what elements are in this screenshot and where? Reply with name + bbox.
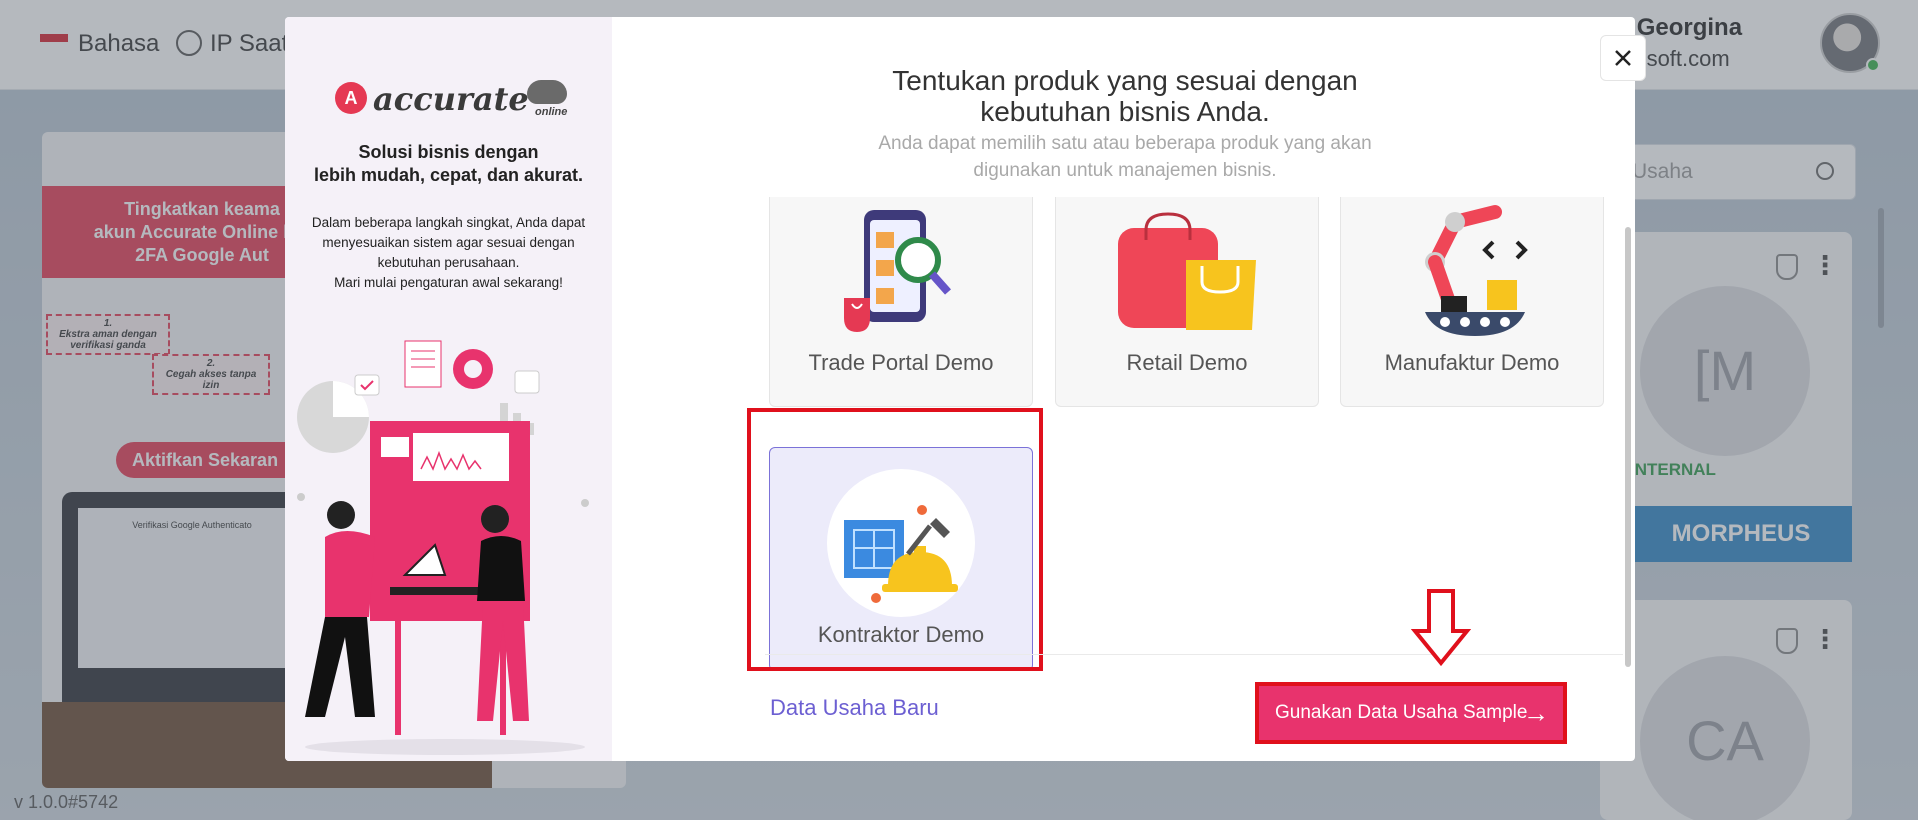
product-label: Retail Demo — [1126, 350, 1248, 375]
close-button[interactable] — [1600, 35, 1646, 81]
product-card-trade-portal[interactable]: Trade Portal Demo — [769, 197, 1033, 407]
selected-highlight-box — [747, 408, 1043, 671]
arrow-right-icon: → — [1523, 698, 1549, 728]
sample-button-label: Gunakan Data Usaha Sample — [1275, 702, 1528, 723]
arrow-down-icon — [1411, 589, 1471, 667]
shopping-bag-icon — [1118, 212, 1256, 330]
logo-text: accurate — [373, 80, 529, 118]
modal-subtitle: Anda dapat memilih satu atau beberapa pr… — [878, 133, 1372, 181]
description: Dalam beberapa langkah singkat, Anda dap… — [311, 215, 586, 290]
logo-sub: online — [535, 106, 568, 118]
robot-arm-icon — [1425, 205, 1528, 336]
cloud-icon — [527, 80, 567, 104]
divider — [765, 654, 1623, 655]
business-illustration — [297, 340, 589, 755]
product-label: Manufaktur Demo — [1384, 350, 1560, 375]
product-card-retail[interactable]: Retail Demo — [1055, 197, 1319, 407]
modal-side-panel: A accurate online Solusi bisnis dengan l… — [285, 17, 612, 761]
modal-title: Tentukan produk yang sesuai dengan kebut… — [892, 65, 1358, 127]
new-company-data-link[interactable]: Data Usaha Baru — [770, 695, 939, 721]
use-sample-data-button[interactable]: Gunakan Data Usaha Sample → — [1255, 682, 1567, 744]
trade-portal-icon — [844, 210, 951, 332]
modal-scrollbar[interactable] — [1625, 227, 1631, 667]
product-selection-modal: A accurate online Solusi bisnis dengan l… — [285, 17, 1635, 761]
product-card-manufaktur[interactable]: Manufaktur Demo — [1340, 197, 1604, 407]
product-label: Trade Portal Demo — [808, 350, 994, 375]
accurate-logo: A accurate online — [335, 80, 568, 120]
tagline: Solusi bisnis dengan lebih mudah, cepat,… — [313, 142, 584, 185]
close-icon — [1615, 50, 1631, 66]
accurate-logo-icon: A — [335, 82, 367, 114]
